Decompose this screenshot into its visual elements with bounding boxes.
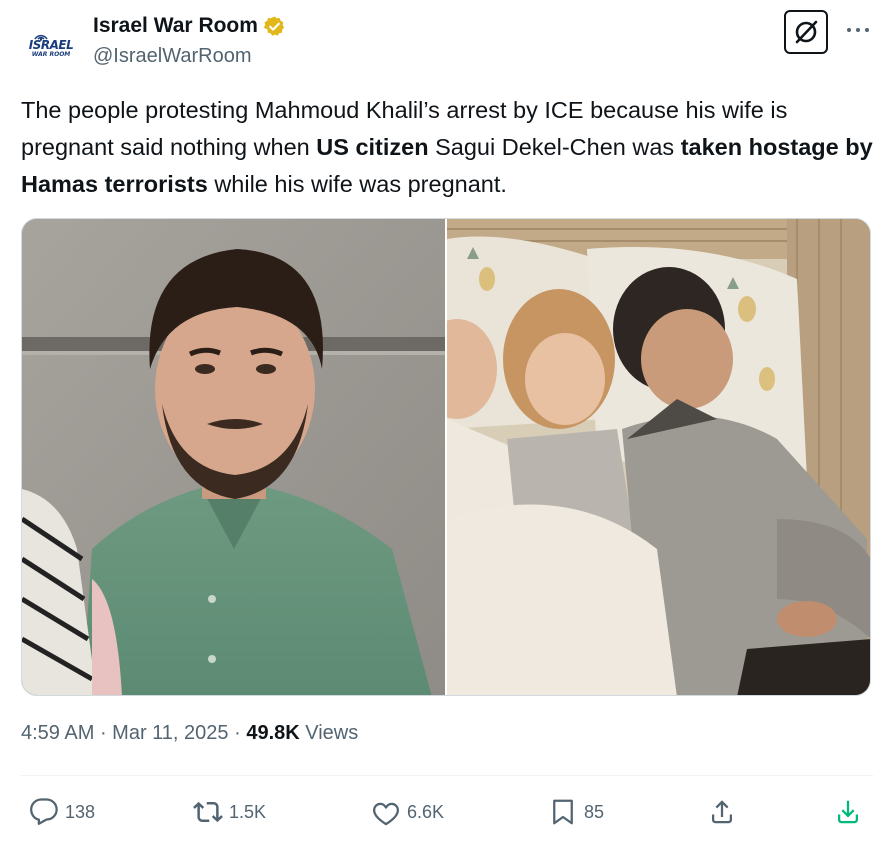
verified-badge-icon[interactable] — [263, 15, 286, 38]
repost-count: 1.5K — [229, 801, 267, 822]
media-grid — [21, 218, 871, 696]
like-button[interactable]: 6.6K — [371, 792, 444, 832]
tweet-text-bold: US citizen — [316, 134, 429, 160]
tweet-header: ISRAEL WAR ROOM Israel War Room @IsraelW… — [21, 10, 875, 72]
download-icon — [838, 800, 858, 824]
avatar[interactable]: ISRAEL WAR ROOM — [21, 16, 81, 72]
action-bar: 138 1.5K 6.6K 85 — [21, 792, 873, 832]
tweet-text-part: while his wife was pregnant. — [207, 171, 507, 197]
bookmark-icon — [553, 799, 573, 825]
tweet-time[interactable]: 4:59 AM — [21, 722, 94, 744]
display-name[interactable]: Israel War Room — [93, 14, 258, 38]
heart-icon — [373, 802, 399, 826]
bookmark-count: 85 — [584, 801, 605, 822]
grok-button[interactable] — [784, 10, 828, 54]
tweet-meta: 4:59 AM · Mar 11, 2025 · 49.8K Views — [21, 722, 358, 745]
views-label: Views — [299, 722, 359, 744]
repost-button[interactable]: 1.5K — [193, 792, 266, 832]
bookmark-button[interactable]: 85 — [548, 792, 604, 832]
photo-man-portrait[interactable] — [22, 219, 445, 695]
handle[interactable]: @IsraelWarRoom — [93, 45, 251, 68]
avatar-logo-subtext: WAR ROOM — [31, 50, 71, 58]
download-button[interactable] — [833, 792, 863, 832]
meta-separator: · — [94, 722, 113, 744]
like-count: 6.6K — [407, 801, 445, 822]
photo-family-bed-image — [447, 219, 870, 695]
reply-button[interactable]: 138 — [29, 792, 95, 832]
tweet-text-part: Sagui Dekel-Chen was — [428, 134, 681, 160]
meta-separator: · — [228, 722, 247, 744]
views-count: 49.8K — [246, 722, 300, 744]
tweet-date[interactable]: Mar 11, 2025 — [112, 722, 228, 744]
share-button[interactable] — [707, 792, 737, 832]
share-icon — [712, 800, 732, 824]
divider — [21, 775, 873, 776]
reply-count: 138 — [65, 801, 96, 822]
repost-icon — [193, 801, 223, 823]
more-button[interactable] — [843, 18, 873, 42]
photo-family-bed[interactable] — [447, 219, 870, 695]
grok-icon — [795, 20, 818, 44]
more-icon — [847, 28, 869, 32]
reply-icon — [30, 798, 58, 825]
name-row: Israel War Room — [93, 14, 286, 38]
broadcast-icon — [34, 34, 48, 41]
tweet-text: The people protesting Mahmoud Khalil’s a… — [21, 92, 881, 203]
photo-man-portrait-image — [22, 219, 445, 695]
